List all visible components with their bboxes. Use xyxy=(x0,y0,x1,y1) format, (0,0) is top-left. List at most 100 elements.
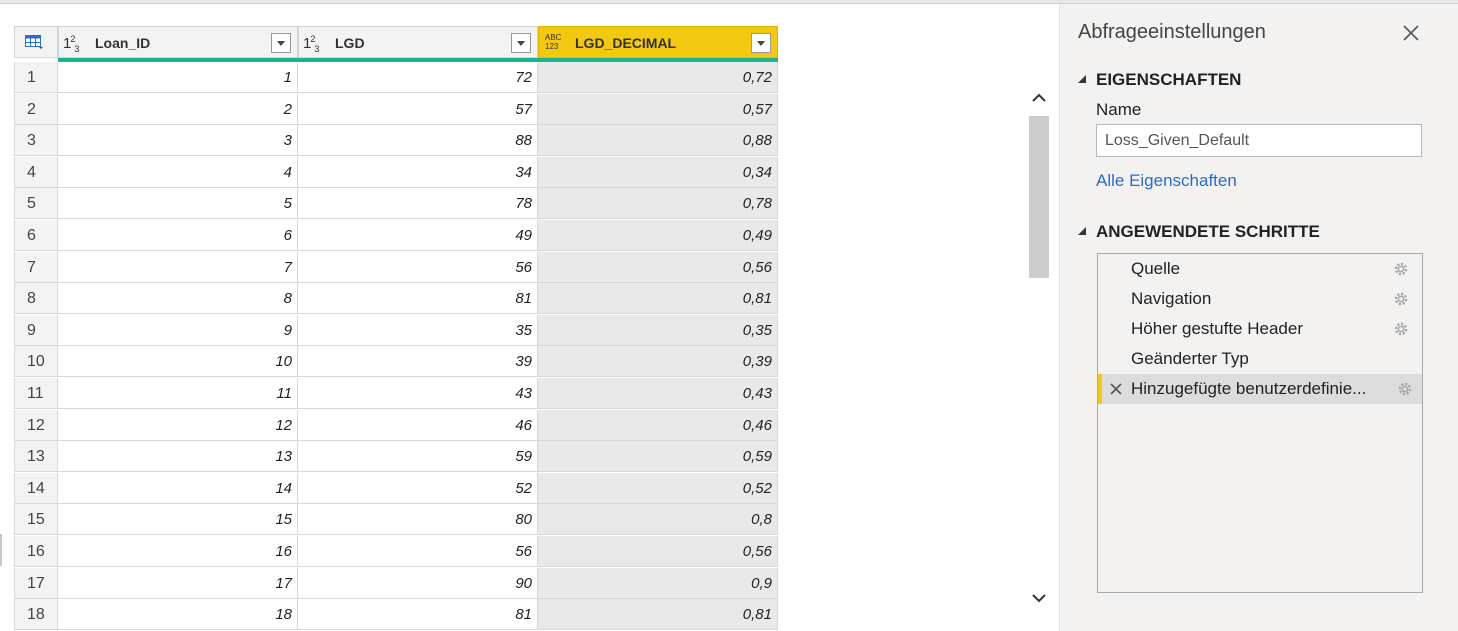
column-filter-dropdown[interactable] xyxy=(751,33,771,53)
lgd-decimal-cell[interactable]: 0,43 xyxy=(538,378,778,409)
applied-steps-section-header[interactable]: ANGEWENDETE SCHRITTE xyxy=(1078,222,1320,242)
row-index-cell[interactable]: 3 xyxy=(14,125,58,157)
loan-id-cell[interactable]: 8 xyxy=(58,283,298,315)
lgd-cell[interactable]: 78 xyxy=(298,188,538,220)
lgd-cell[interactable]: 81 xyxy=(298,599,538,631)
row-index-cell[interactable]: 6 xyxy=(14,220,58,251)
lgd-decimal-cell[interactable]: 0,8 xyxy=(538,504,778,536)
lgd-decimal-cell[interactable]: 0,9 xyxy=(538,567,778,599)
row-index-cell[interactable]: 16 xyxy=(14,536,58,567)
loan-id-cell[interactable]: 11 xyxy=(58,378,298,409)
lgd-decimal-cell[interactable]: 0,39 xyxy=(538,346,778,378)
table-menu-button[interactable] xyxy=(14,26,58,58)
loan-id-cell[interactable]: 14 xyxy=(58,472,298,504)
lgd-decimal-cell[interactable]: 0,72 xyxy=(538,62,778,93)
lgd-decimal-cell[interactable]: 0,34 xyxy=(538,156,778,188)
scroll-up-icon[interactable] xyxy=(1031,90,1047,106)
loan-id-cell[interactable]: 3 xyxy=(58,125,298,157)
whole-number-type-icon[interactable]: 123 xyxy=(303,34,319,54)
loan-id-cell[interactable]: 5 xyxy=(58,188,298,220)
lgd-decimal-cell[interactable]: 0,81 xyxy=(538,283,778,315)
lgd-decimal-cell[interactable]: 0,59 xyxy=(538,441,778,473)
gear-icon[interactable] xyxy=(1393,321,1409,337)
loan-id-cell[interactable]: 10 xyxy=(58,346,298,378)
loan-id-cell[interactable]: 17 xyxy=(58,567,298,599)
row-index-cell[interactable]: 18 xyxy=(14,599,58,631)
lgd-decimal-cell[interactable]: 0,46 xyxy=(538,409,778,441)
row-index-cell[interactable]: 5 xyxy=(14,188,58,220)
lgd-cell[interactable]: 59 xyxy=(298,441,538,473)
lgd-cell[interactable]: 34 xyxy=(298,156,538,188)
row-index-cell[interactable]: 1 xyxy=(14,62,58,93)
column-filter-dropdown[interactable] xyxy=(271,33,291,53)
loan-id-cell[interactable]: 9 xyxy=(58,314,298,346)
delete-step-icon[interactable] xyxy=(1109,382,1123,396)
lgd-cell[interactable]: 72 xyxy=(298,62,538,93)
lgd-decimal-cell[interactable]: 0,56 xyxy=(538,251,778,283)
loan-id-cell[interactable]: 2 xyxy=(58,93,298,125)
lgd-decimal-cell[interactable]: 0,35 xyxy=(538,314,778,346)
lgd-cell[interactable]: 88 xyxy=(298,125,538,157)
properties-section-header[interactable]: EIGENSCHAFTEN xyxy=(1078,70,1241,90)
lgd-decimal-cell[interactable]: 0,78 xyxy=(538,188,778,220)
lgd-decimal-cell[interactable]: 0,81 xyxy=(538,599,778,631)
row-index-cell[interactable]: 17 xyxy=(14,567,58,599)
lgd-cell[interactable]: 46 xyxy=(298,409,538,441)
lgd-cell[interactable]: 35 xyxy=(298,314,538,346)
any-type-icon[interactable]: ABC 123 xyxy=(545,33,561,51)
lgd-cell[interactable]: 90 xyxy=(298,567,538,599)
lgd-cell[interactable]: 81 xyxy=(298,283,538,315)
loan-id-cell[interactable]: 4 xyxy=(58,156,298,188)
row-index-cell[interactable]: 8 xyxy=(14,283,58,315)
loan-id-cell[interactable]: 15 xyxy=(58,504,298,536)
column-header-loan-id[interactable]: 123 Loan_ID xyxy=(58,26,298,58)
loan-id-cell[interactable]: 7 xyxy=(58,251,298,283)
row-index-cell[interactable]: 4 xyxy=(14,156,58,188)
gear-icon[interactable] xyxy=(1393,261,1409,277)
lgd-cell[interactable]: 57 xyxy=(298,93,538,125)
loan-id-cell[interactable]: 18 xyxy=(58,599,298,631)
row-index-cell[interactable]: 11 xyxy=(14,378,58,409)
column-filter-dropdown[interactable] xyxy=(511,33,531,53)
lgd-decimal-cell[interactable]: 0,49 xyxy=(538,220,778,251)
gear-icon[interactable] xyxy=(1393,291,1409,307)
lgd-cell[interactable]: 56 xyxy=(298,536,538,567)
whole-number-type-icon[interactable]: 123 xyxy=(63,34,79,54)
all-properties-link[interactable]: Alle Eigenschaften xyxy=(1096,171,1237,191)
step-quelle[interactable]: Quelle xyxy=(1098,254,1422,284)
lgd-cell[interactable]: 49 xyxy=(298,220,538,251)
lgd-cell[interactable]: 52 xyxy=(298,472,538,504)
scroll-down-icon[interactable] xyxy=(1031,590,1047,606)
row-index-cell[interactable]: 15 xyxy=(14,504,58,536)
lgd-cell[interactable]: 43 xyxy=(298,378,538,409)
column-header-lgd[interactable]: 123 LGD xyxy=(298,26,538,58)
column-header-lgd-decimal[interactable]: ABC 123 LGD_DECIMAL xyxy=(538,26,778,58)
scrollbar-thumb[interactable] xyxy=(1029,116,1049,278)
lgd-decimal-cell[interactable]: 0,57 xyxy=(538,93,778,125)
loan-id-cell[interactable]: 16 xyxy=(58,536,298,567)
left-pane-collapse-handle[interactable] xyxy=(0,534,2,566)
row-index-cell[interactable]: 14 xyxy=(14,472,58,504)
lgd-cell[interactable]: 80 xyxy=(298,504,538,536)
row-index-cell[interactable]: 13 xyxy=(14,441,58,473)
row-index-cell[interactable]: 2 xyxy=(14,93,58,125)
loan-id-cell[interactable]: 13 xyxy=(58,441,298,473)
lgd-decimal-cell[interactable]: 0,88 xyxy=(538,125,778,157)
step-promoted-headers[interactable]: Höher gestufte Header xyxy=(1098,314,1422,344)
close-icon[interactable] xyxy=(1400,22,1422,44)
row-index-cell[interactable]: 7 xyxy=(14,251,58,283)
step-added-custom[interactable]: Hinzugefügte benutzerdefinie... xyxy=(1098,374,1422,404)
loan-id-cell[interactable]: 6 xyxy=(58,220,298,251)
loan-id-cell[interactable]: 12 xyxy=(58,409,298,441)
lgd-decimal-cell[interactable]: 0,56 xyxy=(538,536,778,567)
gear-icon[interactable] xyxy=(1397,381,1413,397)
row-index-cell[interactable]: 10 xyxy=(14,346,58,378)
query-name-input[interactable] xyxy=(1096,124,1422,157)
lgd-decimal-cell[interactable]: 0,52 xyxy=(538,472,778,504)
lgd-cell[interactable]: 56 xyxy=(298,251,538,283)
row-index-cell[interactable]: 12 xyxy=(14,409,58,441)
step-navigation[interactable]: Navigation xyxy=(1098,284,1422,314)
lgd-cell[interactable]: 39 xyxy=(298,346,538,378)
step-changed-type[interactable]: Geänderter Typ xyxy=(1098,344,1422,374)
row-index-cell[interactable]: 9 xyxy=(14,314,58,346)
